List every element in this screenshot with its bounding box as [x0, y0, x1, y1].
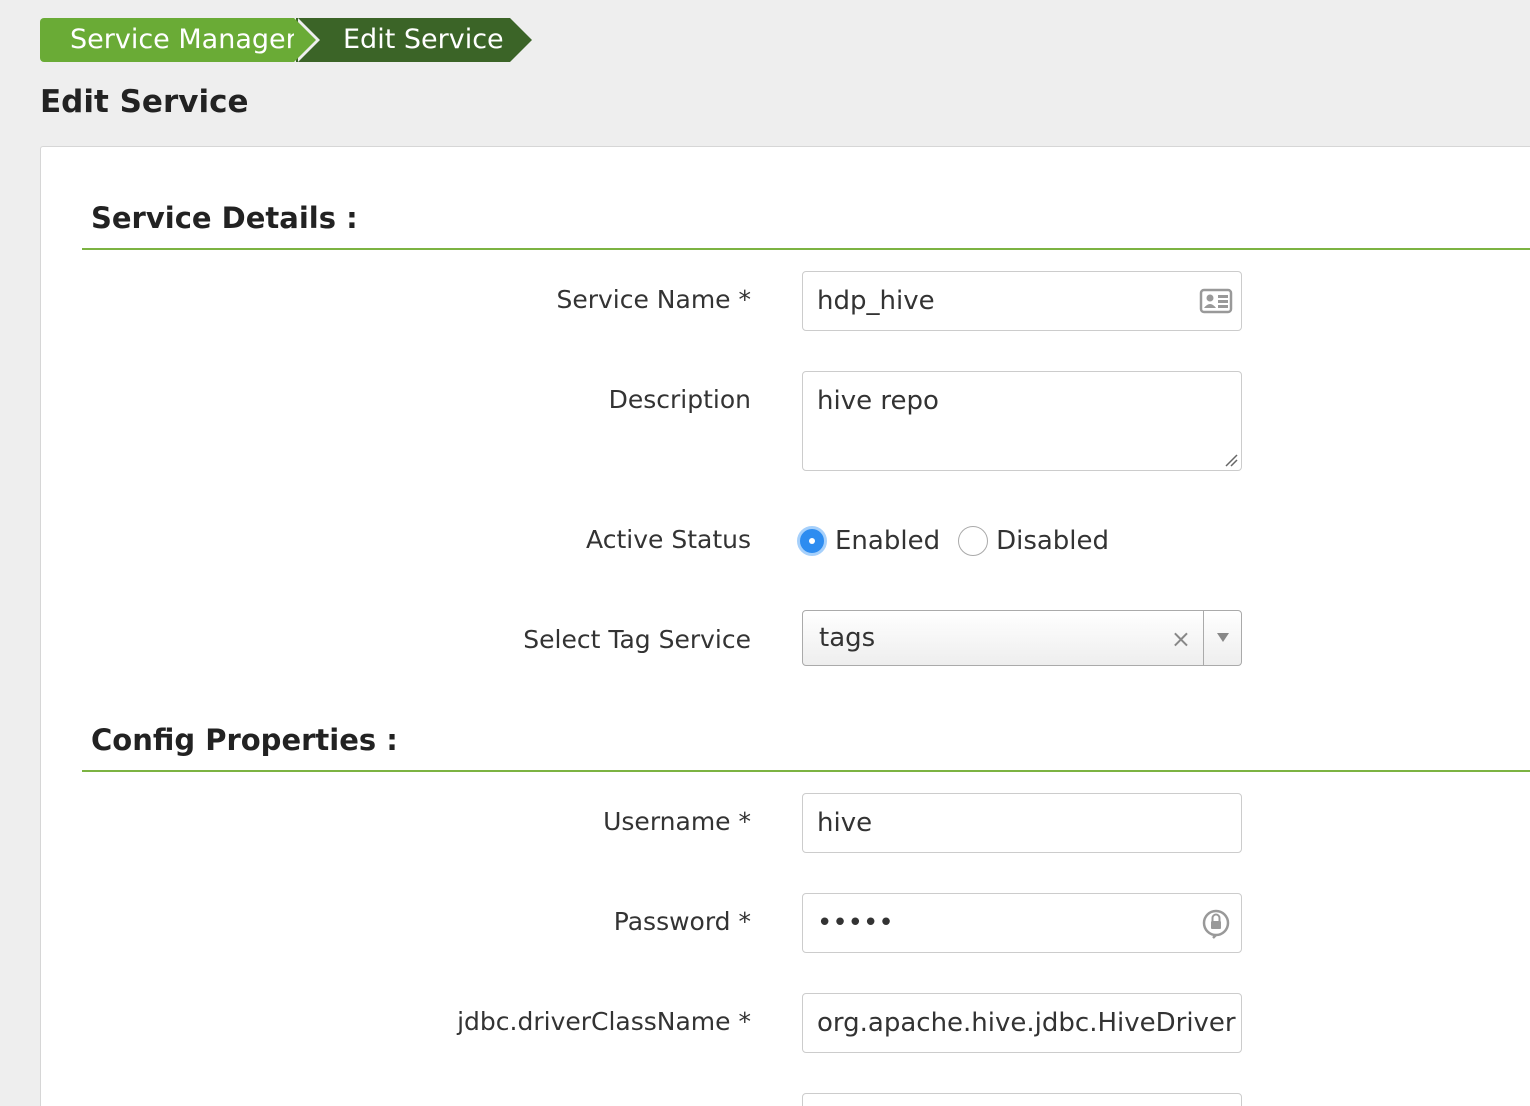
username-label: Username * [603, 807, 751, 836]
page-title: Edit Service [40, 84, 249, 120]
page: Service Manager Edit Service Edit Servic… [0, 0, 1530, 1106]
breadcrumb-service-manager-label: Service Manager [70, 24, 297, 55]
radio-enabled[interactable] [797, 526, 827, 556]
section-title-service-details: Service Details : [91, 201, 358, 235]
radio-disabled[interactable] [958, 526, 989, 556]
jdbc-driver-input[interactable]: org.apache.hive.jdbc.HiveDriver [802, 993, 1242, 1053]
service-name-value: hdp_hive [817, 286, 935, 316]
contact-card-icon[interactable] [1199, 284, 1233, 318]
tag-service-select[interactable]: tags × [802, 610, 1242, 666]
password-input[interactable]: ••••• [802, 893, 1242, 953]
description-textarea[interactable]: hive repo [802, 371, 1242, 471]
radio-disabled-label[interactable]: Disabled [996, 526, 1109, 556]
password-label: Password * [613, 907, 751, 936]
tag-service-label: Select Tag Service [523, 625, 751, 654]
tag-service-value: tags [819, 623, 876, 653]
jdbc-driver-value: org.apache.hive.jdbc.HiveDriver [817, 1008, 1236, 1038]
dropdown-toggle[interactable] [1203, 611, 1241, 665]
username-value: hive [817, 808, 873, 838]
jdbc-driver-label: jdbc.driverClassName * [457, 1007, 751, 1036]
radio-enabled-label[interactable]: Enabled [835, 526, 940, 556]
edit-service-form: Service Details : Service Name * hdp_hiv… [40, 146, 1530, 1106]
next-config-input[interactable] [802, 1093, 1242, 1106]
section-divider [82, 770, 1530, 772]
service-name-input[interactable]: hdp_hive [802, 271, 1242, 331]
section-title-config-properties: Config Properties : [91, 723, 398, 757]
active-status-radio-group: Enabled Disabled [797, 523, 1127, 559]
section-divider [82, 248, 1530, 250]
username-input[interactable]: hive [802, 793, 1242, 853]
breadcrumb-service-manager[interactable]: Service Manager [40, 18, 320, 62]
resize-handle-icon[interactable] [1224, 453, 1238, 467]
active-status-label: Active Status [586, 525, 751, 554]
clear-selection-icon[interactable]: × [1171, 624, 1191, 654]
breadcrumb-edit-service: Edit Service [296, 18, 532, 62]
description-label: Description [608, 385, 751, 414]
chevron-down-icon [1217, 633, 1229, 642]
password-manager-icon[interactable] [1199, 906, 1233, 940]
password-value: ••••• [817, 908, 894, 938]
service-name-label: Service Name * [556, 285, 751, 314]
description-value: hive repo [817, 386, 939, 416]
breadcrumb-edit-service-label: Edit Service [343, 24, 504, 55]
